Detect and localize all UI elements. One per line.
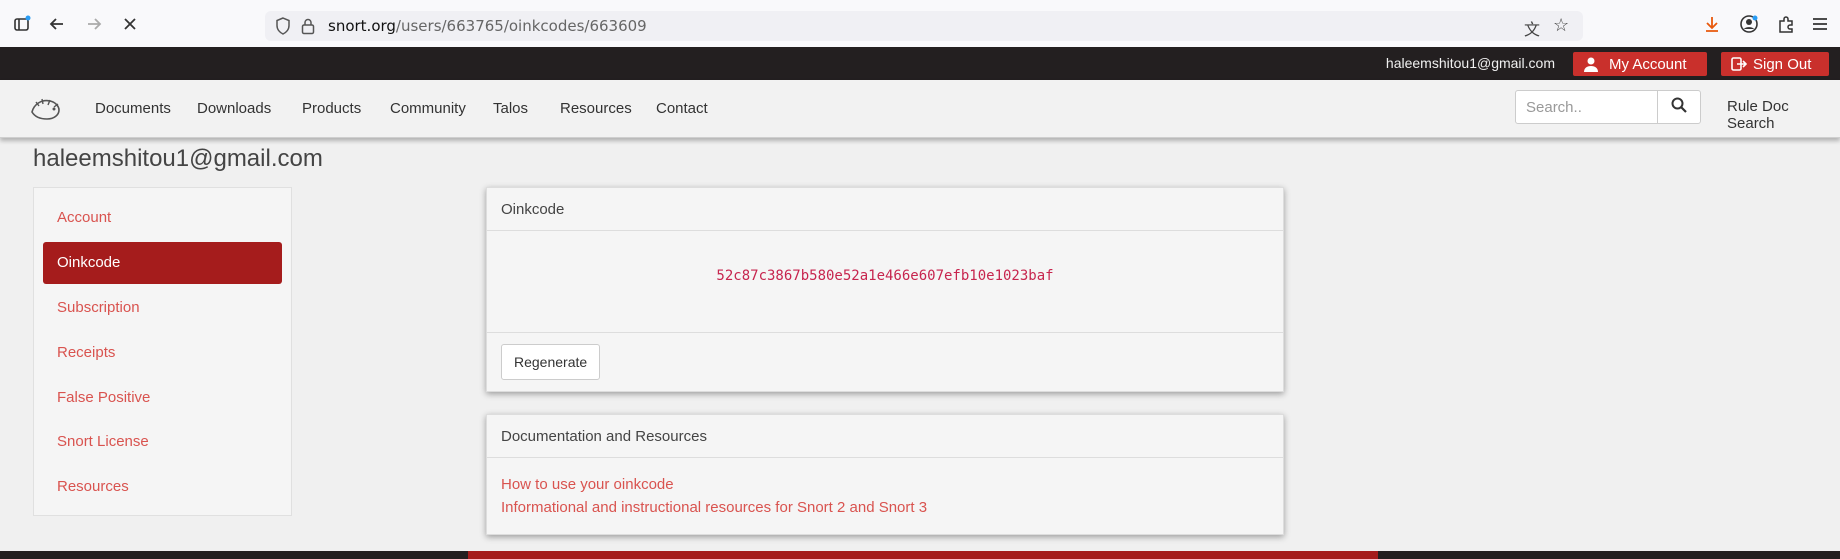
downloads-icon[interactable] — [1700, 12, 1724, 36]
url-text[interactable]: snort.org/users/663765/oinkcodes/663609 — [328, 17, 647, 35]
sidebar-item-account[interactable]: Account — [43, 197, 282, 239]
sign-out-label: Sign Out — [1753, 55, 1812, 73]
account-sidebar: Account Oinkcode Subscription Receipts F… — [33, 187, 292, 516]
documentation-panel-title: Documentation and Resources — [487, 415, 1283, 458]
snort-pig-logo-icon[interactable] — [28, 94, 64, 124]
tracking-shield-icon[interactable] — [275, 17, 291, 40]
rule-doc-search-link[interactable]: Rule Doc Search — [1727, 98, 1840, 132]
nav-resources[interactable]: Resources — [560, 100, 632, 117]
nav-documents[interactable]: Documents — [95, 100, 171, 117]
bookmark-star-icon[interactable]: ☆ — [1553, 15, 1569, 36]
footer-accent — [468, 551, 1378, 559]
snort-resources-link[interactable]: Informational and instructional resource… — [501, 499, 927, 516]
main-navbar: Documents Downloads Products Community T… — [0, 80, 1840, 138]
sidebar-item-oinkcode[interactable]: Oinkcode — [43, 242, 282, 284]
url-host: snort.org — [328, 17, 396, 35]
how-to-use-oinkcode-link[interactable]: How to use your oinkcode — [501, 476, 674, 493]
url-path: /users/663765/oinkcodes/663609 — [395, 17, 647, 35]
extensions-icon[interactable] — [1774, 12, 1798, 36]
oinkcode-panel: Oinkcode 52c87c3867b580e52a1e466e607efb1… — [486, 187, 1284, 392]
back-icon[interactable] — [45, 12, 69, 36]
sidebar-item-receipts[interactable]: Receipts — [43, 332, 282, 374]
oinkcode-value: 52c87c3867b580e52a1e466e607efb10e1023baf — [716, 268, 1054, 284]
sidebar-toggle-icon[interactable] — [10, 12, 34, 36]
nav-products[interactable]: Products — [302, 100, 361, 117]
oinkcode-panel-footer: Regenerate — [487, 332, 1283, 391]
my-account-label: My Account — [1609, 55, 1687, 73]
my-account-button[interactable]: My Account — [1573, 52, 1707, 76]
nav-community[interactable]: Community — [390, 100, 466, 117]
sidebar-item-subscription[interactable]: Subscription — [43, 287, 282, 329]
user-topbar: haleemshitou1@gmail.com My Account Sign … — [0, 47, 1840, 80]
search-button[interactable] — [1657, 90, 1701, 124]
browser-toolbar: snort.org/users/663765/oinkcodes/663609 … — [0, 0, 1840, 48]
user-icon — [1583, 56, 1599, 72]
address-bar[interactable]: snort.org/users/663765/oinkcodes/663609 … — [265, 11, 1583, 41]
nav-contact[interactable]: Contact — [656, 100, 708, 117]
sidebar-item-false-positive[interactable]: False Positive — [43, 377, 282, 419]
sign-out-icon — [1731, 56, 1747, 72]
oinkcode-panel-title: Oinkcode — [487, 188, 1283, 231]
regenerate-button[interactable]: Regenerate — [501, 344, 601, 380]
nav-downloads[interactable]: Downloads — [197, 100, 271, 117]
account-icon[interactable] — [1737, 12, 1761, 36]
documentation-panel: Documentation and Resources How to use y… — [486, 414, 1284, 535]
forward-icon[interactable] — [82, 12, 106, 36]
sidebar-item-snort-license[interactable]: Snort License — [43, 421, 282, 463]
lock-icon[interactable] — [301, 17, 315, 40]
page-title: haleemshitou1@gmail.com — [33, 145, 323, 172]
stop-loading-icon[interactable] — [118, 12, 142, 36]
translate-icon[interactable]: 文 — [1524, 16, 1540, 40]
sign-out-button[interactable]: Sign Out — [1721, 52, 1829, 76]
sidebar-item-resources[interactable]: Resources — [43, 466, 282, 508]
nav-talos[interactable]: Talos — [493, 100, 528, 117]
search-input[interactable]: Search.. — [1515, 90, 1658, 124]
user-email[interactable]: haleemshitou1@gmail.com — [1386, 55, 1555, 71]
menu-icon[interactable] — [1808, 12, 1832, 36]
search-icon — [1671, 97, 1687, 118]
